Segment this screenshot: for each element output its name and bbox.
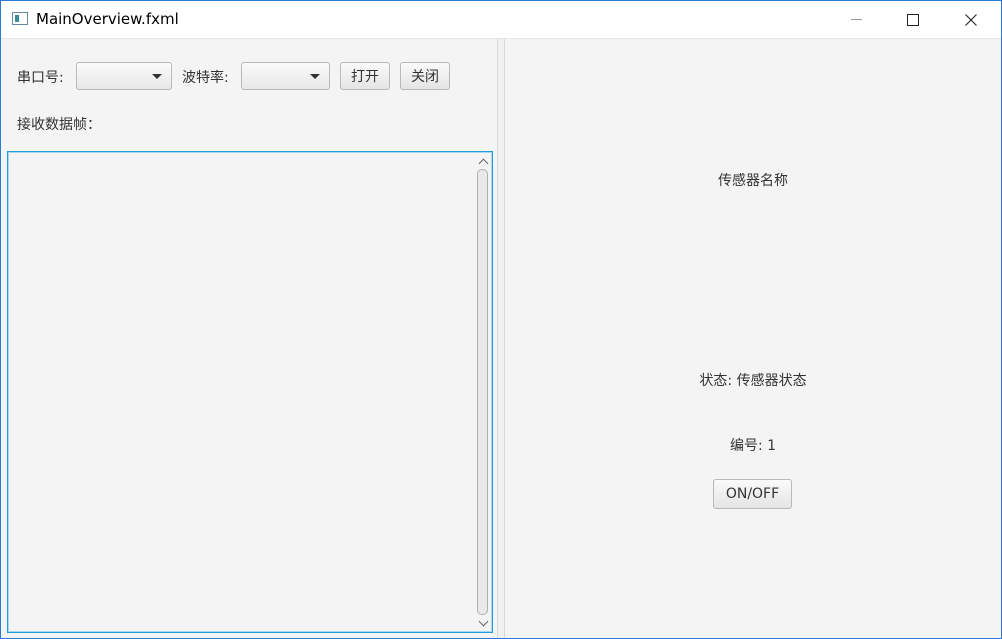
sensor-panel: 传感器名称 状态: 传感器状态 编号: 1 ON/OFF [505, 39, 1001, 638]
sensor-number: 编号: 1 [729, 438, 777, 454]
chevron-down-icon [310, 74, 320, 79]
close-icon [965, 13, 977, 26]
scrollbar-thumb[interactable] [477, 169, 488, 615]
receive-label: 接收数据帧： [17, 117, 101, 133]
port-select[interactable] [76, 62, 172, 90]
scroll-up-button[interactable] [476, 154, 490, 168]
close-window-button[interactable] [942, 1, 1000, 38]
sensor-status: 状态: 传感器状态 [699, 373, 807, 389]
vertical-scrollbar[interactable] [476, 154, 490, 630]
port-label: 串口号: [17, 70, 64, 86]
sensor-name: 传感器名称 [718, 173, 788, 189]
chevron-down-icon [478, 616, 488, 626]
minimize-icon [850, 19, 862, 20]
baud-label: 波特率: [182, 70, 229, 86]
split-divider[interactable] [497, 39, 505, 638]
maximize-button[interactable] [884, 1, 942, 38]
close-port-button[interactable]: 关闭 [400, 62, 450, 90]
chevron-down-icon [152, 74, 162, 79]
receive-textarea[interactable] [7, 151, 493, 633]
baud-select[interactable] [241, 62, 330, 90]
app-window: MainOverview.fxml 串口号: 波特率: 打开 关闭 接收数据帧： [0, 0, 1002, 639]
chevron-up-icon [478, 158, 488, 168]
title-bar[interactable]: MainOverview.fxml [1, 1, 1001, 39]
scroll-down-button[interactable] [476, 616, 490, 630]
app-window-icon [12, 12, 28, 25]
minimize-button[interactable] [827, 1, 885, 38]
on-off-button[interactable]: ON/OFF [713, 479, 792, 509]
maximize-icon [907, 13, 919, 26]
window-title: MainOverview.fxml [36, 10, 179, 28]
open-port-button[interactable]: 打开 [340, 62, 390, 90]
serial-panel: 串口号: 波特率: 打开 关闭 接收数据帧： [1, 39, 497, 638]
